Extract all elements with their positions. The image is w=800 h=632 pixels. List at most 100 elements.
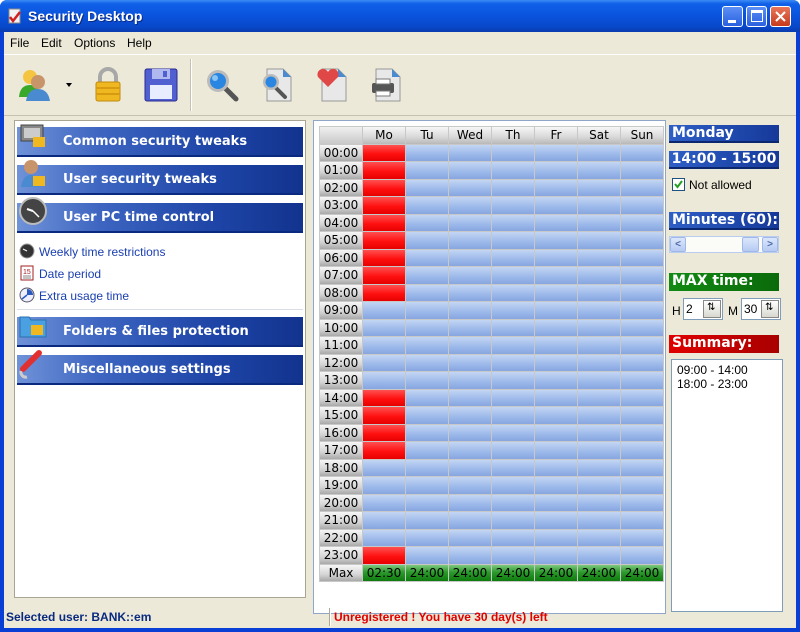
close-button[interactable] (770, 6, 791, 27)
users-button[interactable] (16, 65, 56, 105)
hour-header[interactable]: 13:00 (320, 372, 362, 389)
time-cell-allowed[interactable] (535, 337, 577, 354)
max-time-cell[interactable]: 24:00 (621, 564, 663, 581)
time-cell-allowed[interactable] (492, 372, 534, 389)
time-cell-allowed[interactable] (449, 162, 491, 179)
time-cell-allowed[interactable] (492, 302, 534, 319)
max-time-cell[interactable]: 24:00 (535, 564, 577, 581)
time-cell-allowed[interactable] (578, 512, 620, 529)
category-folders-files-protection[interactable]: Folders & files protection (17, 316, 303, 347)
time-cell-allowed[interactable] (535, 214, 577, 231)
time-cell-allowed[interactable] (621, 162, 663, 179)
time-cell-allowed[interactable] (621, 197, 663, 214)
time-cell-allowed[interactable] (535, 144, 577, 161)
time-cell-allowed[interactable] (578, 354, 620, 371)
time-cell-allowed[interactable] (492, 284, 534, 301)
hour-header[interactable]: 20:00 (320, 494, 362, 511)
day-header[interactable]: Sun (621, 127, 663, 144)
time-cell-allowed[interactable] (535, 424, 577, 441)
time-cell-allowed[interactable] (492, 267, 534, 284)
time-cell-allowed[interactable] (621, 354, 663, 371)
time-cell-allowed[interactable] (535, 267, 577, 284)
time-cell-allowed[interactable] (535, 512, 577, 529)
time-cell-allowed[interactable] (449, 319, 491, 336)
time-cell-allowed[interactable] (621, 529, 663, 546)
time-cell-allowed[interactable] (535, 284, 577, 301)
time-cell-allowed[interactable] (578, 162, 620, 179)
time-cell-allowed[interactable] (363, 337, 405, 354)
hour-header[interactable]: 07:00 (320, 267, 362, 284)
time-cell-allowed[interactable] (578, 302, 620, 319)
time-cell-allowed[interactable] (621, 547, 663, 564)
hour-header[interactable]: 22:00 (320, 529, 362, 546)
time-cell-blocked[interactable] (363, 407, 405, 424)
time-cell-allowed[interactable] (492, 494, 534, 511)
time-cell-allowed[interactable] (578, 424, 620, 441)
category-miscellaneous-settings[interactable]: Miscellaneous settings (17, 350, 303, 385)
time-cell-allowed[interactable] (621, 302, 663, 319)
time-cell-allowed[interactable] (449, 144, 491, 161)
hour-header[interactable]: 05:00 (320, 232, 362, 249)
time-cell-blocked[interactable] (363, 162, 405, 179)
time-cell-allowed[interactable] (535, 442, 577, 459)
hour-header[interactable]: 18:00 (320, 459, 362, 476)
time-cell-allowed[interactable] (449, 232, 491, 249)
time-cell-allowed[interactable] (578, 389, 620, 406)
time-cell-allowed[interactable] (406, 477, 448, 494)
time-cell-blocked[interactable] (363, 442, 405, 459)
time-cell-allowed[interactable] (449, 354, 491, 371)
time-cell-blocked[interactable] (363, 214, 405, 231)
time-cell-allowed[interactable] (535, 389, 577, 406)
time-cell-allowed[interactable] (535, 372, 577, 389)
time-cell-allowed[interactable] (406, 459, 448, 476)
time-cell-allowed[interactable] (449, 529, 491, 546)
time-cell-allowed[interactable] (406, 232, 448, 249)
lock-button[interactable] (88, 65, 128, 105)
time-cell-allowed[interactable] (578, 267, 620, 284)
time-cell-blocked[interactable] (363, 144, 405, 161)
time-cell-allowed[interactable] (492, 424, 534, 441)
menu-help[interactable]: Help (127, 36, 152, 50)
time-cell-allowed[interactable] (621, 214, 663, 231)
time-cell-allowed[interactable] (406, 547, 448, 564)
time-cell-allowed[interactable] (449, 442, 491, 459)
time-cell-allowed[interactable] (406, 267, 448, 284)
time-cell-allowed[interactable] (621, 179, 663, 196)
time-cell-allowed[interactable] (449, 512, 491, 529)
time-cell-allowed[interactable] (578, 319, 620, 336)
day-header[interactable]: Sat (578, 127, 620, 144)
time-cell-allowed[interactable] (492, 337, 534, 354)
time-cell-allowed[interactable] (535, 547, 577, 564)
time-cell-allowed[interactable] (621, 424, 663, 441)
time-cell-allowed[interactable] (578, 337, 620, 354)
time-cell-allowed[interactable] (621, 512, 663, 529)
day-header[interactable]: Wed (449, 127, 491, 144)
max-time-cell[interactable]: 24:00 (492, 564, 534, 581)
time-cell-blocked[interactable] (363, 284, 405, 301)
time-cell-allowed[interactable] (492, 407, 534, 424)
day-header[interactable]: Tu (406, 127, 448, 144)
time-cell-allowed[interactable] (492, 162, 534, 179)
time-cell-allowed[interactable] (492, 179, 534, 196)
hour-header[interactable]: 23:00 (320, 547, 362, 564)
hour-header[interactable]: 19:00 (320, 477, 362, 494)
max-time-cell[interactable]: 24:00 (406, 564, 448, 581)
time-cell-allowed[interactable] (363, 319, 405, 336)
time-cell-allowed[interactable] (363, 459, 405, 476)
time-cell-allowed[interactable] (406, 529, 448, 546)
time-cell-allowed[interactable] (578, 407, 620, 424)
time-cell-allowed[interactable] (406, 494, 448, 511)
time-cell-allowed[interactable] (406, 302, 448, 319)
time-cell-allowed[interactable] (621, 267, 663, 284)
time-cell-allowed[interactable] (535, 249, 577, 266)
time-cell-allowed[interactable] (449, 267, 491, 284)
time-cell-allowed[interactable] (406, 162, 448, 179)
time-cell-allowed[interactable] (363, 529, 405, 546)
document-search-button[interactable] (257, 65, 297, 105)
time-cell-allowed[interactable] (578, 284, 620, 301)
time-cell-allowed[interactable] (492, 197, 534, 214)
time-cell-allowed[interactable] (449, 459, 491, 476)
document-favorite-button[interactable] (312, 65, 352, 105)
category-user-security-tweaks[interactable]: User security tweaks (17, 160, 303, 195)
time-cell-allowed[interactable] (406, 354, 448, 371)
